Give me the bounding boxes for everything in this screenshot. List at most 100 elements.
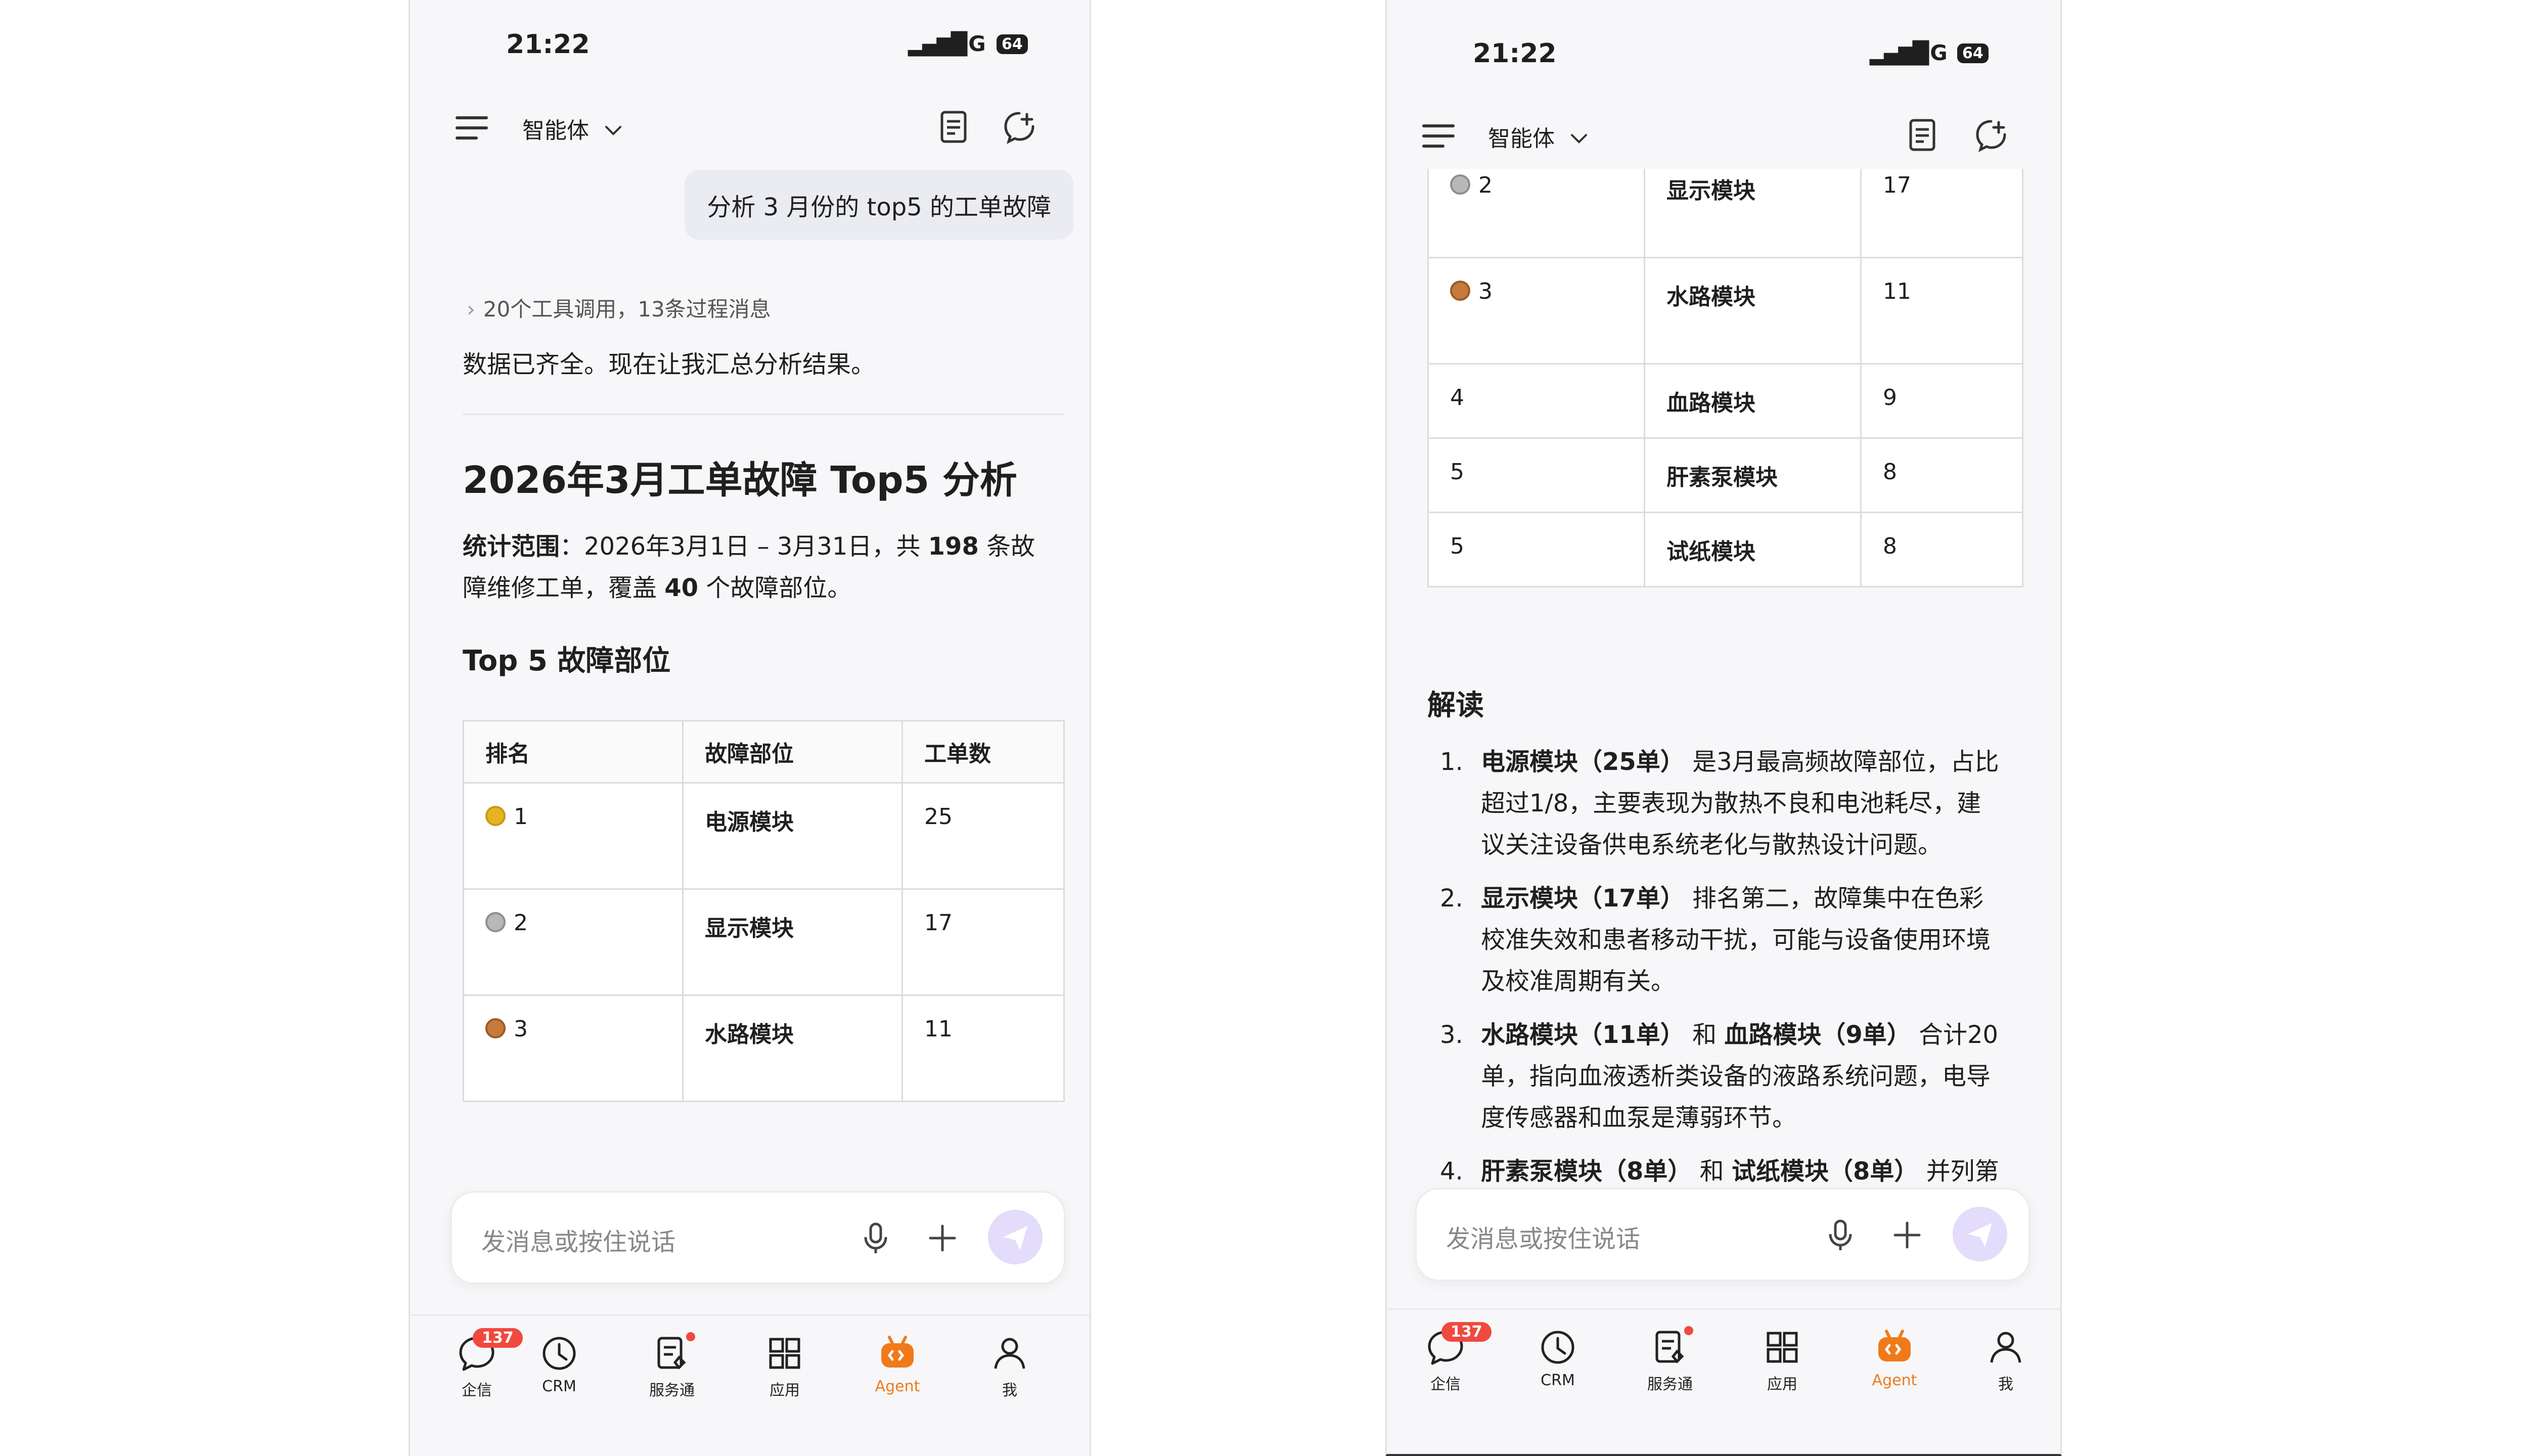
- service-icon: [631, 1334, 712, 1375]
- interpretation-heading: 解读: [1427, 689, 1484, 722]
- agent-selector-label: 智能体: [1488, 126, 1555, 152]
- microphone-icon[interactable]: [1826, 1219, 1855, 1252]
- cell-count: 25: [901, 782, 1065, 890]
- tab-label: 应用: [1767, 1376, 1797, 1393]
- cell-rank: 1: [463, 782, 684, 890]
- scope-text-4: 个故障部位。: [698, 574, 852, 602]
- new-chat-icon[interactable]: [1973, 117, 2009, 153]
- user-message-bubble: 分析 3 月份的 top5 的工单故障: [685, 170, 1073, 240]
- send-icon: [1968, 1223, 1992, 1247]
- interpretation-text: 排名第二，故障集中在色彩: [1684, 884, 1984, 913]
- tab-label: 服务通: [1647, 1376, 1693, 1393]
- message-input[interactable]: 发消息或按住说话: [481, 1222, 675, 1257]
- cell-rank: 2: [463, 888, 684, 996]
- tab-agent[interactable]: Agent: [1854, 1328, 1935, 1389]
- tab-crm[interactable]: CRM: [519, 1334, 600, 1395]
- interpretation-text: 及校准周期有关。: [1481, 967, 1676, 995]
- col-header-rank: 排名: [463, 720, 684, 784]
- tab-我[interactable]: 我: [1965, 1328, 2046, 1394]
- table-row: 4 血路模块 9: [1427, 363, 2023, 439]
- service-icon: [1630, 1328, 1710, 1369]
- rank-table: 排名 故障部位 工单数 1 电源模块 25 2 显示模块 17 3 水路模块 11: [463, 720, 1065, 1102]
- battery-level: 64: [1962, 44, 1983, 62]
- cell-count: 8: [1860, 437, 2023, 513]
- tab-label: 服务通: [649, 1382, 695, 1399]
- interpretation-viewport: 电源模块（25单） 是3月最高频故障部位，占比超过1/8，主要表现为散热不良和电…: [1427, 741, 2044, 1191]
- send-button[interactable]: [1953, 1207, 2007, 1261]
- rank-table-viewport-right[interactable]: 2 显示模块 17 3 水路模块 11 4 血路模块 9 5 肝素泵模块 8 5 试纸模块 8: [1427, 169, 2024, 639]
- agent-selector[interactable]: 智能体: [522, 112, 623, 145]
- divider: [463, 414, 1064, 415]
- tab-label: Agent: [1872, 1372, 1917, 1389]
- scope-label: 统计范围: [463, 532, 560, 561]
- cell-part: 肝素泵模块: [1644, 437, 1862, 513]
- rank-value: 4: [1450, 385, 1464, 411]
- battery-icon: 64: [1957, 43, 1989, 63]
- interpretation-text: 是3月最高频故障部位，占比: [1684, 748, 1999, 776]
- bronze-medal-icon: [485, 1018, 506, 1038]
- scope-text-2: 条故: [978, 532, 1035, 561]
- menu-icon[interactable]: [1422, 124, 1455, 149]
- cell-rank: 3: [1427, 257, 1645, 365]
- tab-服务通[interactable]: 服务通: [631, 1332, 712, 1400]
- interpretation-text: 议关注设备供电系统老化与散热设计问题。: [1481, 831, 1943, 859]
- tab-应用[interactable]: 应用: [1742, 1328, 1823, 1394]
- microphone-icon[interactable]: [862, 1222, 890, 1255]
- chevron-right-icon: ›: [467, 297, 475, 322]
- person-icon: [1965, 1328, 2046, 1369]
- tab-label: 应用: [770, 1382, 800, 1399]
- table-row: 5 肝素泵模块 8: [1427, 437, 2023, 513]
- tab-label: Agent: [875, 1378, 920, 1395]
- new-chat-icon[interactable]: [1002, 109, 1037, 145]
- tab-label: 企信: [462, 1382, 492, 1399]
- tab-label: 我: [1998, 1376, 2013, 1393]
- interpretation-highlight: 电源模块（25单）: [1481, 748, 1685, 776]
- message-input[interactable]: 发消息或按住说话: [1446, 1219, 1640, 1254]
- cell-count: 17: [1860, 169, 2023, 258]
- plus-icon[interactable]: [1892, 1220, 1922, 1250]
- cell-count: 11: [901, 994, 1065, 1102]
- tab-应用[interactable]: 应用: [744, 1334, 825, 1400]
- notes-icon[interactable]: [1905, 117, 1940, 153]
- tab-agent[interactable]: Agent: [857, 1334, 938, 1395]
- tab-我[interactable]: 我: [969, 1334, 1050, 1400]
- rank-value: 1: [514, 804, 528, 830]
- network-label: 5G: [1915, 40, 1948, 65]
- tab-label: 企信: [1430, 1376, 1461, 1393]
- cell-part: 电源模块: [682, 782, 903, 890]
- send-icon: [1003, 1226, 1027, 1250]
- rank-value: 2: [514, 910, 528, 936]
- tab-企信[interactable]: 企信 137: [436, 1328, 523, 1400]
- menu-icon[interactable]: [456, 116, 488, 141]
- cell-rank: 5: [1427, 512, 1645, 587]
- cell-rank: 5: [1427, 437, 1645, 513]
- unread-badge: 137: [1441, 1322, 1492, 1342]
- agent-icon: [857, 1334, 938, 1375]
- report-scope: 统计范围：2026年3月1日 – 3月31日，共 198 条故 障维修工单，覆盖…: [463, 526, 1069, 609]
- chevron-down-icon: [605, 126, 621, 135]
- status-time: 21:22: [1473, 38, 1557, 69]
- cell-part: 试纸模块: [1644, 512, 1862, 587]
- gold-medal-icon: [485, 806, 506, 826]
- agent-icon: [1854, 1328, 1935, 1369]
- tool-call-summary[interactable]: › 20个工具调用，13条过程消息: [467, 292, 771, 323]
- agent-selector[interactable]: 智能体: [1488, 120, 1589, 153]
- send-button[interactable]: [988, 1210, 1043, 1264]
- tab-服务通[interactable]: 服务通: [1630, 1326, 1710, 1394]
- cell-part: 水路模块: [1644, 257, 1862, 365]
- plus-icon[interactable]: [927, 1223, 958, 1253]
- clock-icon: [1517, 1328, 1598, 1369]
- table-row: 3 水路模块 11: [463, 994, 1065, 1102]
- tab-crm[interactable]: CRM: [1517, 1328, 1598, 1389]
- tab-企信[interactable]: 企信 137: [1405, 1322, 1492, 1394]
- battery-level: 64: [1002, 35, 1023, 53]
- interpretation-item: 电源模块（25单） 是3月最高频故障部位，占比超过1/8，主要表现为散热不良和电…: [1471, 741, 2044, 866]
- interpretation-text: 和: [1692, 1157, 1732, 1186]
- apps-icon: [1742, 1328, 1823, 1369]
- agent-selector-label: 智能体: [522, 118, 589, 144]
- notes-icon[interactable]: [936, 109, 971, 145]
- scope-count: 198: [928, 532, 979, 561]
- rank-table-viewport-left[interactable]: 排名 故障部位 工单数 1 电源模块 25 2 显示模块 17 3 水路模块 11: [463, 720, 1069, 1195]
- message-input-bar: 发消息或按住说话: [450, 1191, 1065, 1284]
- interpretation-text: 合计20: [1911, 1021, 1999, 1049]
